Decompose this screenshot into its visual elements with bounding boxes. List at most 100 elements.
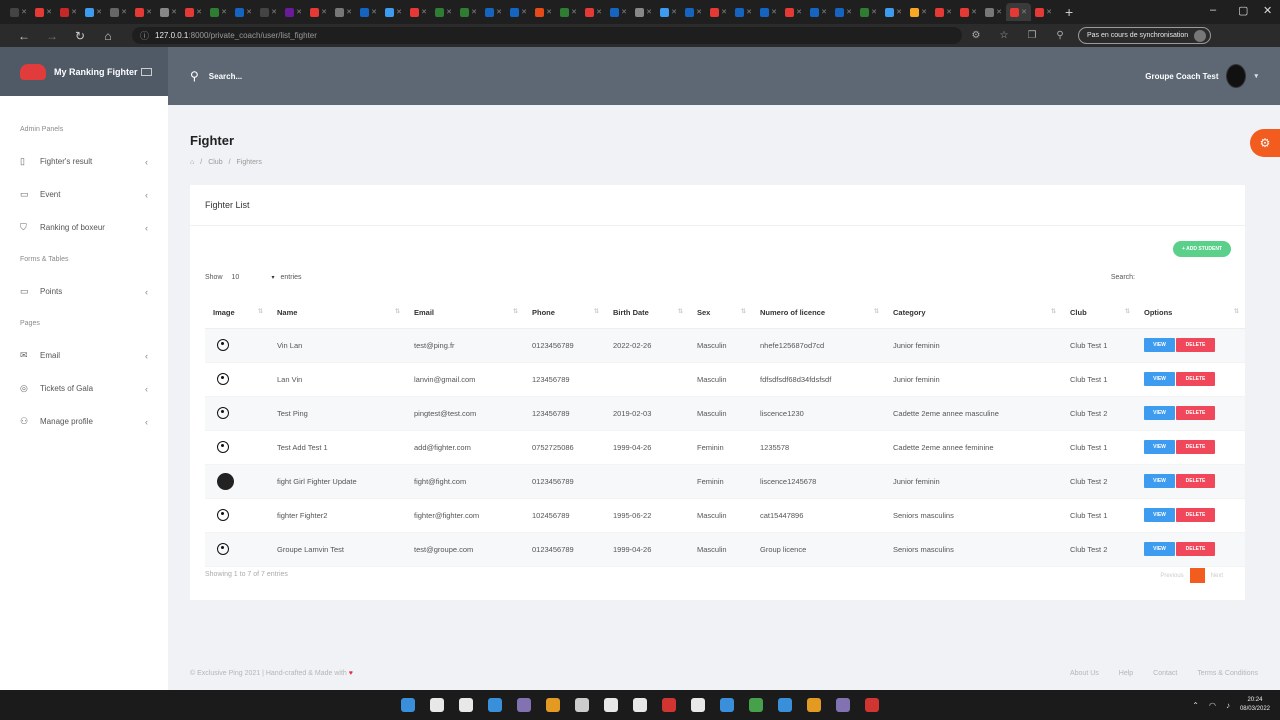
browser-tab[interactable]: ✕ xyxy=(406,3,431,21)
browser-tab[interactable]: ✕ xyxy=(981,3,1006,21)
sidebar-item-ranking-of-boxeur[interactable]: ⛉ Ranking of boxeur ‹ xyxy=(0,211,168,244)
browser-tab[interactable]: ✕ xyxy=(481,3,506,21)
tab-close-icon[interactable]: ✕ xyxy=(21,8,27,16)
browser-tab[interactable]: ✕ xyxy=(856,3,881,21)
view-button[interactable]: VIEW xyxy=(1144,508,1175,522)
extension-icon[interactable]: ⚙ xyxy=(962,30,990,41)
tab-close-icon[interactable]: ✕ xyxy=(221,8,227,16)
footer-link[interactable]: About Us xyxy=(1070,670,1099,677)
tab-close-icon[interactable]: ✕ xyxy=(971,8,977,16)
browser-tab[interactable]: ✕ xyxy=(381,3,406,21)
tab-close-icon[interactable]: ✕ xyxy=(371,8,377,16)
reload-icon[interactable]: ↻ xyxy=(66,29,94,43)
tab-close-icon[interactable]: ✕ xyxy=(271,8,277,16)
delete-button[interactable]: DELETE xyxy=(1176,474,1215,488)
browser-tab[interactable]: ✕ xyxy=(306,3,331,21)
tab-close-icon[interactable]: ✕ xyxy=(596,8,602,16)
tab-close-icon[interactable]: ✕ xyxy=(696,8,702,16)
forward-icon[interactable]: → xyxy=(38,29,66,43)
sidebar-item-points[interactable]: ▭ Points ‹ xyxy=(0,275,168,308)
entries-select[interactable]: 10 ▾ xyxy=(229,271,275,284)
tab-close-icon[interactable]: ✕ xyxy=(496,8,502,16)
wifi-icon[interactable]: ◠ xyxy=(1209,701,1216,710)
browser-tab[interactable]: ✕ xyxy=(106,3,131,21)
taskbar-app-icon[interactable] xyxy=(601,695,621,715)
column-header-image[interactable]: Image ⇅ xyxy=(205,298,269,329)
tab-close-icon[interactable]: ✕ xyxy=(421,8,427,16)
browser-tab[interactable]: ✕ xyxy=(431,3,456,21)
browser-tab[interactable]: ✕ xyxy=(581,3,606,21)
taskbar-app-icon[interactable] xyxy=(717,695,737,715)
browser-tab[interactable]: ✕ xyxy=(356,3,381,21)
volume-icon[interactable]: ♪ xyxy=(1226,701,1230,710)
browser-tab[interactable]: ✕ xyxy=(156,3,181,21)
tab-close-icon[interactable]: ✕ xyxy=(121,8,127,16)
sidebar-item-event[interactable]: ▭ Event ‹ xyxy=(0,178,168,211)
delete-button[interactable]: DELETE xyxy=(1176,542,1215,556)
tab-close-icon[interactable]: ✕ xyxy=(571,8,577,16)
tab-close-icon[interactable]: ✕ xyxy=(396,8,402,16)
browser-tab[interactable]: ✕ xyxy=(881,3,906,21)
favorites-icon[interactable]: ☆ xyxy=(990,30,1018,41)
browser-tab[interactable]: ✕ xyxy=(731,3,756,21)
taskbar-app-icon[interactable] xyxy=(514,695,534,715)
taskbar-app-icon[interactable] xyxy=(804,695,824,715)
browser-tab[interactable]: ✕ xyxy=(556,3,581,21)
view-button[interactable]: VIEW xyxy=(1144,372,1175,386)
browser-tab[interactable]: ✕ xyxy=(681,3,706,21)
browser-tab[interactable]: ✕ xyxy=(231,3,256,21)
sidebar-item-email[interactable]: ✉ Email ‹ xyxy=(0,339,168,372)
browser-tab[interactable]: ✕ xyxy=(756,3,781,21)
browser-tab[interactable]: ✕ xyxy=(6,3,31,21)
browser-tab[interactable]: ✕ xyxy=(506,3,531,21)
column-header-email[interactable]: Email ⇅ xyxy=(406,298,524,329)
tab-close-icon[interactable]: ✕ xyxy=(346,8,352,16)
tab-close-icon[interactable]: ✕ xyxy=(196,8,202,16)
settings-icon[interactable]: ⚙ xyxy=(1250,129,1280,157)
column-header-birth-date[interactable]: Birth Date ⇅ xyxy=(605,298,689,329)
browser-tab[interactable]: ✕ xyxy=(831,3,856,21)
tab-close-icon[interactable]: ✕ xyxy=(1046,8,1052,16)
tab-close-icon[interactable]: ✕ xyxy=(896,8,902,16)
tab-close-icon[interactable]: ✕ xyxy=(546,8,552,16)
browser-tab[interactable]: ✕ xyxy=(656,3,681,21)
taskbar-app-icon[interactable] xyxy=(572,695,592,715)
column-header-category[interactable]: Category ⇅ xyxy=(885,298,1062,329)
page-1-button[interactable]: 1 xyxy=(1189,568,1205,583)
table-search-input[interactable] xyxy=(1141,271,1231,284)
column-header-name[interactable]: Name ⇅ xyxy=(269,298,406,329)
tab-close-icon[interactable]: ✕ xyxy=(671,8,677,16)
tab-close-icon[interactable]: ✕ xyxy=(246,8,252,16)
tab-close-icon[interactable]: ✕ xyxy=(871,8,877,16)
taskbar-app-icon[interactable] xyxy=(630,695,650,715)
browser-tab[interactable]: ✕ xyxy=(206,3,231,21)
tab-close-icon[interactable]: ✕ xyxy=(321,8,327,16)
next-page-button[interactable]: Next xyxy=(1211,573,1223,579)
browser-tab[interactable]: ✕ xyxy=(256,3,281,21)
tab-close-icon[interactable]: ✕ xyxy=(521,8,527,16)
browser-tab[interactable]: ✕ xyxy=(956,3,981,21)
column-header-options[interactable]: Options ⇅ xyxy=(1136,298,1245,329)
column-header-club[interactable]: Club ⇅ xyxy=(1062,298,1136,329)
back-icon[interactable]: ← xyxy=(10,29,38,43)
sync-status-button[interactable]: Pas en cours de synchronisation xyxy=(1078,27,1212,44)
taskbar-app-icon[interactable] xyxy=(862,695,882,715)
tab-close-icon[interactable]: ✕ xyxy=(946,8,952,16)
menu-toggle-icon[interactable] xyxy=(140,68,152,77)
maximize-icon[interactable]: ▢ xyxy=(1238,4,1248,17)
view-button[interactable]: VIEW xyxy=(1144,542,1175,556)
taskbar-app-icon[interactable] xyxy=(775,695,795,715)
tab-close-icon[interactable]: ✕ xyxy=(146,8,152,16)
tab-close-icon[interactable]: ✕ xyxy=(646,8,652,16)
column-header-numero-of-licence[interactable]: Numero of licence ⇅ xyxy=(752,298,885,329)
view-button[interactable]: VIEW xyxy=(1144,440,1175,454)
tab-close-icon[interactable]: ✕ xyxy=(471,8,477,16)
taskbar-app-icon[interactable] xyxy=(659,695,679,715)
sidebar-item-manage-profile[interactable]: ⚇ Manage profile ‹ xyxy=(0,405,168,438)
taskbar-app-icon[interactable] xyxy=(688,695,708,715)
tab-close-icon[interactable]: ✕ xyxy=(446,8,452,16)
sidebar-item-tickets-of-gala[interactable]: ◎ Tickets of Gala ‹ xyxy=(0,372,168,405)
tab-close-icon[interactable]: ✕ xyxy=(96,8,102,16)
tab-close-icon[interactable]: ✕ xyxy=(296,8,302,16)
browser-tab[interactable]: ✕ xyxy=(131,3,156,21)
